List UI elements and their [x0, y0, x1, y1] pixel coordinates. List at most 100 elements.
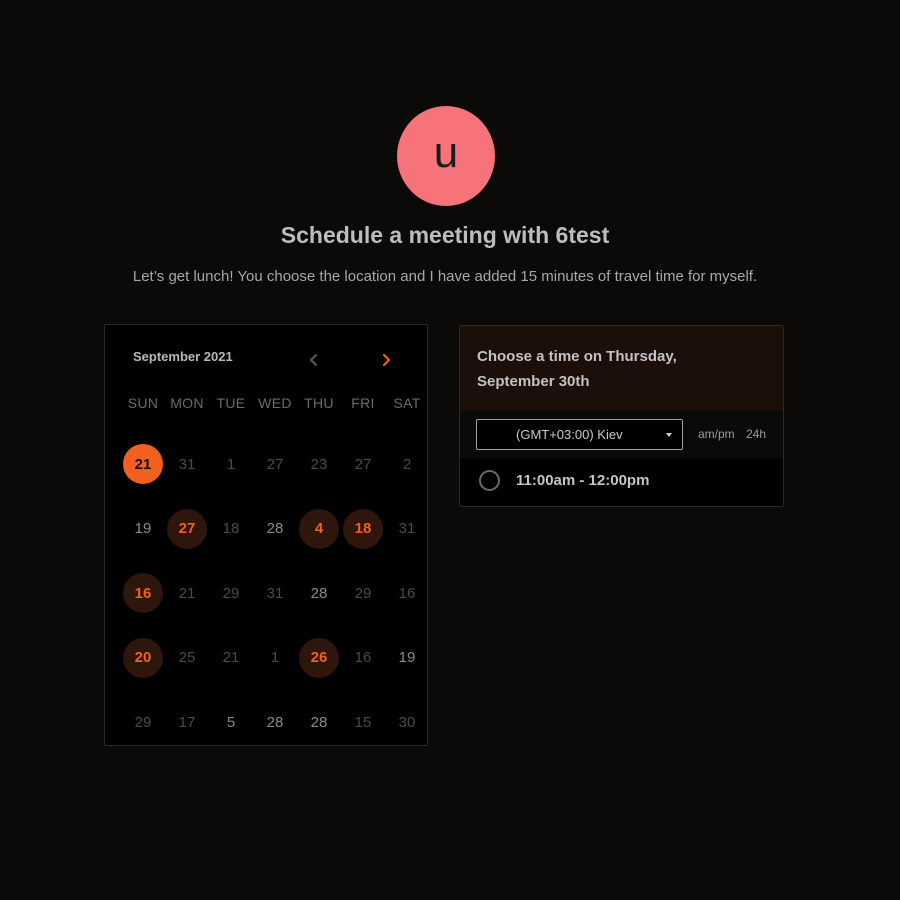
calendar-day: 19	[121, 497, 165, 562]
calendar-day: 21	[209, 626, 253, 691]
calendar-day: 31	[253, 561, 297, 626]
calendar-day-label: 26	[299, 637, 339, 678]
calendar-day-label: 31	[266, 584, 284, 602]
calendar-day-available[interactable]: 20	[121, 626, 165, 691]
calendar-day: 1	[253, 626, 297, 691]
calendar-day: 5	[209, 690, 253, 755]
calendar-day: 29	[341, 561, 385, 626]
calendar-day-label: 2	[402, 455, 412, 473]
calendar-day-label: 29	[354, 584, 372, 602]
calendar-day: 31	[165, 432, 209, 497]
page-title: Schedule a meeting with 6test	[280, 222, 610, 248]
calendar-day-label: 5	[226, 713, 236, 731]
calendar-day-label: 19	[398, 649, 416, 667]
calendar-day-label: 18	[343, 508, 383, 549]
calendar-day-label: 15	[354, 713, 372, 731]
timezone-select[interactable]: (GMT+03:00) Kiev	[476, 419, 683, 450]
calendar-day-label: 16	[398, 584, 416, 602]
calendar-day-label: 1	[270, 649, 280, 667]
calendar-day: 28	[297, 561, 341, 626]
calendar-day: 27	[341, 432, 385, 497]
time-picker-panel: Choose a time on Thursday, September 30t…	[459, 325, 784, 507]
time-picker-header: Choose a time on Thursday, September 30t…	[460, 326, 783, 410]
calendar-day-available[interactable]: 4	[297, 497, 341, 562]
calendar-day-available[interactable]: 16	[121, 561, 165, 626]
weekday-label: SAT	[393, 395, 421, 411]
calendar-day-label: 27	[167, 508, 207, 549]
avatar-letter: u	[433, 128, 459, 177]
calendar-day: 15	[341, 690, 385, 755]
calendar-day: 29	[121, 690, 165, 755]
calendar-day-available[interactable]: 18	[341, 497, 385, 562]
weekday-label: THU	[304, 395, 334, 411]
calendar-day: 18	[209, 497, 253, 562]
calendar-day-label: 18	[222, 520, 240, 538]
weekday-label: FRI	[351, 395, 375, 411]
time-picker-heading: Choose a time on Thursday, September 30t…	[477, 348, 677, 390]
calendar-day-label: 1	[226, 455, 236, 473]
calendar-day-label: 29	[222, 584, 240, 602]
page-subtitle: Let’s get lunch! You choose the location…	[132, 268, 758, 285]
chevron-left-icon	[310, 354, 317, 366]
calendar-day: 27	[253, 432, 297, 497]
calendar-day-available[interactable]: 26	[297, 626, 341, 691]
time-slot[interactable]: 11:00am - 12:00pm	[460, 458, 783, 506]
calendar-day-available[interactable]: 27	[165, 497, 209, 562]
calendar-day-label: 27	[354, 455, 372, 473]
weekday-label: SUN	[127, 395, 159, 411]
format-24h-toggle[interactable]: 24h	[746, 427, 766, 441]
calendar-day: 21	[165, 561, 209, 626]
calendar-day-label: 17	[178, 713, 196, 731]
calendar-day: 30	[385, 690, 429, 755]
weekday-label: TUE	[216, 395, 246, 411]
calendar-day: 23	[297, 432, 341, 497]
calendar-day: 28	[253, 497, 297, 562]
format-ampm-toggle[interactable]: am/pm	[698, 427, 735, 441]
calendar-day-label: 23	[310, 455, 328, 473]
caret-down-icon	[666, 433, 672, 437]
calendar-day-label: 25	[178, 649, 196, 667]
weekday-label: MON	[170, 395, 204, 411]
calendar-day: 16	[385, 561, 429, 626]
calendar-day: 1	[209, 432, 253, 497]
calendar-day-label: 21	[178, 584, 196, 602]
calendar-day: 17	[165, 690, 209, 755]
calendar-day-label: 27	[266, 455, 284, 473]
calendar-day-label: 16	[123, 573, 163, 614]
weekday-label: WED	[258, 395, 292, 411]
avatar: u	[397, 106, 495, 206]
calendar-panel: September 2021 SUN MON TUE WED THU FRI S…	[104, 324, 428, 746]
calendar-day: 29	[209, 561, 253, 626]
calendar-day-label: 21	[123, 444, 163, 485]
calendar-day: 2	[385, 432, 429, 497]
timezone-value: (GMT+03:00) Kiev	[516, 427, 623, 442]
calendar-day-label: 28	[266, 520, 284, 538]
calendar-day: 28	[253, 690, 297, 755]
time-slot-label: 11:00am - 12:00pm	[516, 472, 650, 489]
calendar-month-label: September 2021	[133, 349, 233, 364]
calendar-day: 16	[341, 626, 385, 691]
prev-month-button[interactable]	[305, 351, 323, 369]
calendar-day-label: 31	[178, 455, 196, 473]
calendar-day: 19	[385, 626, 429, 691]
calendar-day-grid: 21 31 1 27 23 27 2 19 27 18 28 4 18 31 16 21 29 31 28 29 16 2…	[121, 432, 429, 755]
calendar-day-label: 31	[398, 520, 416, 538]
calendar-day-label: 16	[354, 649, 372, 667]
weekday-header: SUN MON TUE WED THU FRI SAT	[121, 395, 429, 411]
calendar-day-label: 19	[134, 520, 152, 538]
calendar-day-selected[interactable]: 21	[121, 432, 165, 497]
calendar-day-label: 4	[299, 508, 339, 549]
calendar-day: 31	[385, 497, 429, 562]
calendar-day-label: 21	[222, 649, 240, 667]
chevron-right-icon	[382, 353, 391, 367]
calendar-day-label: 20	[123, 637, 163, 678]
next-month-button[interactable]	[377, 351, 395, 369]
calendar-day-label: 28	[310, 713, 328, 731]
calendar-day-label: 28	[266, 713, 284, 731]
calendar-day-label: 28	[310, 584, 328, 602]
calendar-day: 25	[165, 626, 209, 691]
radio-unchecked-icon[interactable]	[479, 470, 500, 491]
calendar-day-label: 30	[398, 713, 416, 731]
calendar-day: 28	[297, 690, 341, 755]
scheduling-page: u Schedule a meeting with 6test Let’s ge…	[0, 0, 900, 900]
